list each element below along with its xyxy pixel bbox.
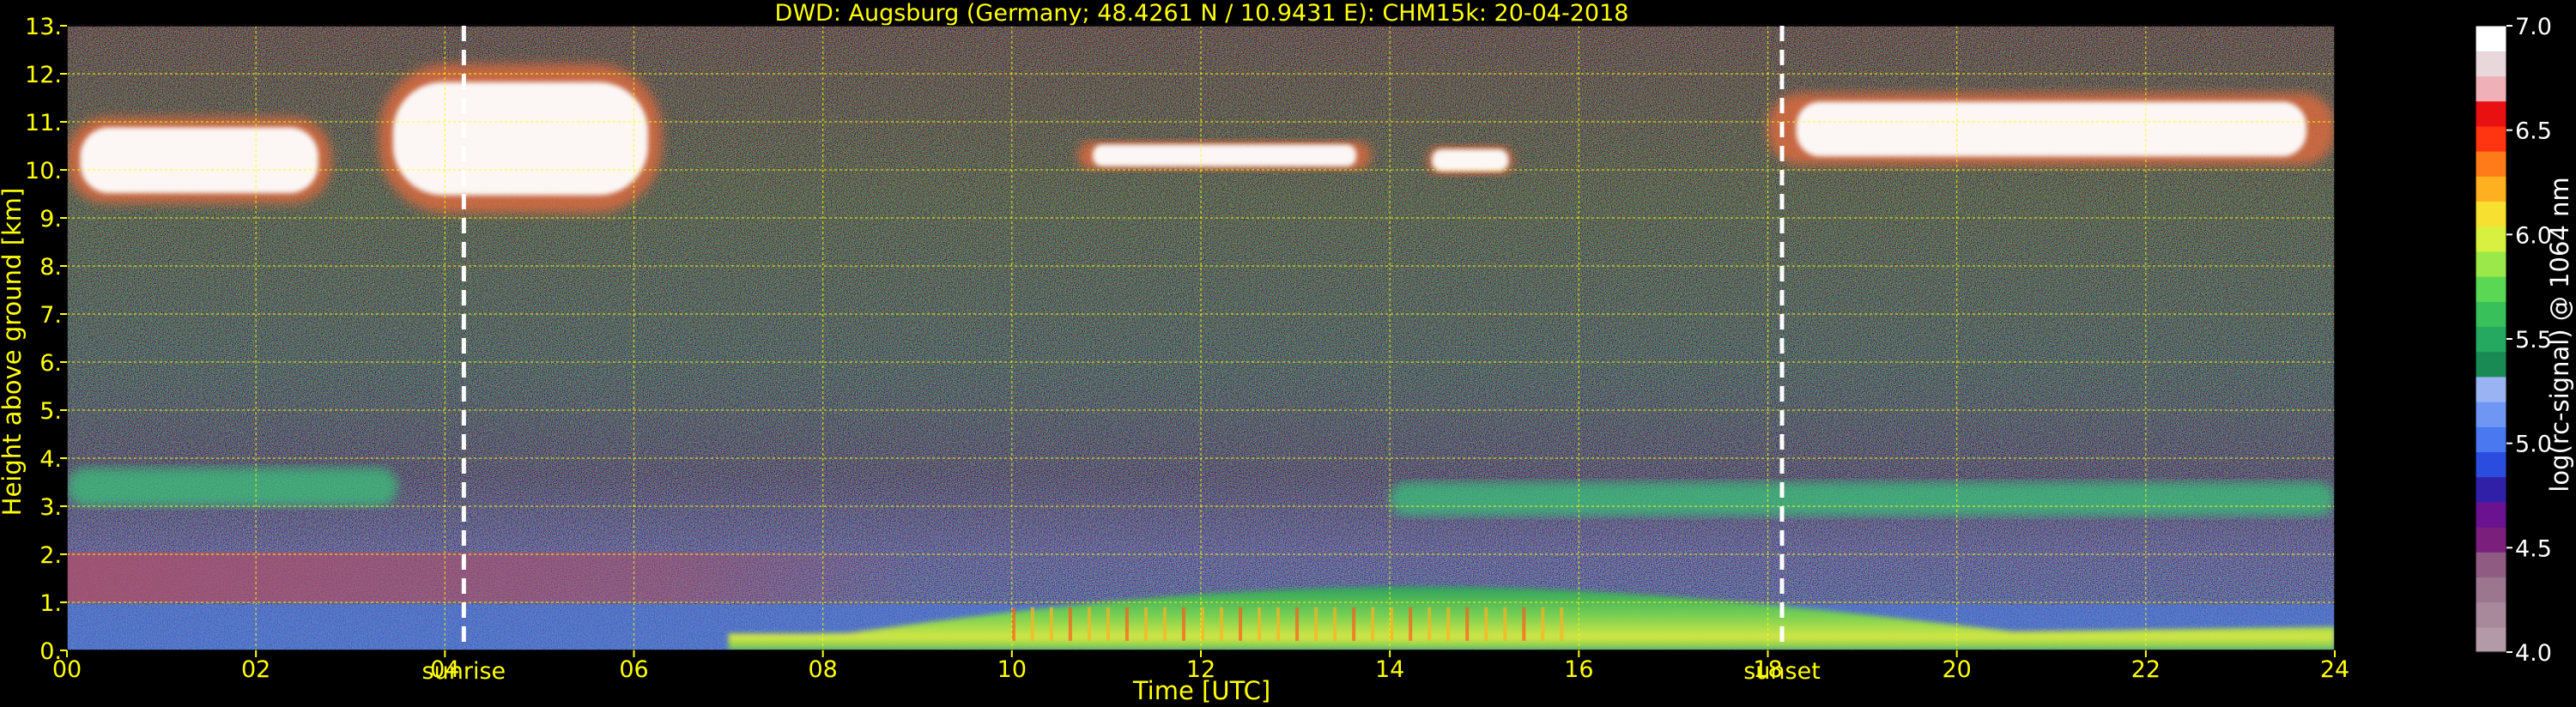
feature-streak	[1522, 607, 1526, 641]
feature-streak	[1314, 607, 1318, 641]
x-tick-label: 04	[430, 656, 459, 683]
x-tick-label: 02	[241, 656, 270, 683]
y-tick-label: 1.	[39, 590, 62, 617]
colorbar-segment	[2476, 251, 2506, 277]
colorbar-segment	[2476, 100, 2506, 127]
feature-streak	[1124, 607, 1129, 641]
y-tick-label: 3.	[39, 494, 62, 521]
feature-streak	[1087, 607, 1091, 641]
colorbar-segment	[2476, 402, 2506, 427]
colorbar-segment	[2476, 276, 2506, 302]
colorbar-segment	[2476, 351, 2506, 378]
feature-aerosol-layer	[1390, 482, 2335, 517]
colorbar-segment	[2476, 201, 2506, 227]
colorbar-segment	[2476, 26, 2506, 51]
y-tick-label: 8.	[39, 254, 62, 281]
colorbar-segment	[2476, 125, 2506, 152]
y-axis: 0. 1. 2. 3. 4. 5. 6. 7. 8. 9. 10. 11. 12. 13.	[25, 14, 67, 665]
feature-cloud	[1432, 149, 1509, 172]
colorbar-tick-label: 4.5	[2515, 535, 2552, 562]
x-axis-label: Time [UTC]	[1132, 676, 1270, 705]
feature-cloud	[1796, 101, 2306, 157]
feature-streak	[1276, 607, 1281, 641]
chart-title: DWD: Augsburg (Germany; 48.4261 N / 10.9…	[775, 0, 1629, 27]
y-tick-label: 0.	[39, 638, 62, 665]
feature-streak	[1049, 607, 1053, 641]
colorbar-tick-label: 7.0	[2515, 14, 2552, 40]
feature-streak	[1220, 607, 1224, 641]
colorbar-segment	[2476, 577, 2506, 603]
x-tick-label: 16	[1564, 656, 1593, 683]
x-tick-label: 18	[1753, 656, 1782, 683]
feature-streak	[1503, 607, 1507, 641]
feature-streak	[1427, 607, 1432, 641]
colorbar-segment	[2476, 176, 2506, 202]
colorbar-segment	[2476, 626, 2506, 653]
x-tick-label: 08	[808, 656, 837, 683]
colorbar-segment	[2476, 376, 2506, 402]
y-tick-label: 9.	[39, 206, 62, 233]
x-tick-label: 20	[1942, 656, 1971, 683]
feature-cloud	[80, 127, 318, 194]
x-tick-label: 06	[619, 656, 648, 683]
colorbar: 4.04.55.05.56.06.57.0	[2475, 14, 2552, 667]
feature-streak	[1068, 607, 1072, 641]
colorbar-segment	[2476, 51, 2506, 76]
colorbar-segment	[2476, 76, 2506, 102]
x-tick-label: 24	[2320, 656, 2349, 683]
colorbar-tick-label: 6.5	[2515, 118, 2552, 145]
x-tick-label: 22	[2131, 656, 2161, 683]
feature-cloud	[1092, 144, 1357, 166]
feature-streak	[1560, 607, 1564, 641]
x-tick-label: 10	[997, 656, 1027, 683]
y-tick-label: 2.	[39, 542, 62, 569]
feature-streak	[1030, 607, 1034, 641]
colorbar-tick-label: 4.0	[2515, 640, 2552, 667]
feature-cloud	[392, 82, 649, 196]
feature-streak	[1484, 607, 1488, 641]
colorbar-segment	[2476, 301, 2506, 327]
colorbar-label: log(rc-signal) @ 1064 nm	[2545, 177, 2574, 492]
y-tick-label: 11.	[25, 110, 62, 136]
y-tick-label: 6.	[39, 350, 62, 377]
feature-streak	[1465, 607, 1470, 641]
colorbar-segment	[2476, 426, 2506, 452]
x-tick-label: 14	[1375, 656, 1404, 683]
feature-streak	[1143, 607, 1148, 641]
night-residual-layer	[67, 552, 918, 602]
feature-aerosol-layer	[67, 468, 398, 506]
colorbar-segment	[2476, 527, 2506, 553]
feature-streak	[1371, 607, 1375, 641]
y-tick-label: 13.	[25, 14, 62, 40]
colorbar-segment	[2476, 451, 2506, 478]
feature-streak	[1162, 607, 1167, 641]
y-axis-label: Height above ground [km]	[0, 188, 27, 517]
colorbar-segment	[2476, 226, 2506, 252]
feature-streak	[1409, 607, 1413, 641]
feature-streak	[1446, 607, 1451, 641]
feature-streak	[1239, 607, 1243, 641]
feature-streak	[1258, 607, 1262, 641]
feature-streak	[1352, 607, 1356, 641]
y-tick-label: 7.	[39, 302, 62, 329]
colorbar-segment	[2476, 501, 2506, 528]
feature-streak	[1541, 607, 1545, 641]
feature-streak	[1181, 607, 1185, 641]
colorbar-segment	[2476, 326, 2506, 353]
colorbar-segment	[2476, 601, 2506, 628]
colorbar-segment	[2476, 476, 2506, 503]
feature-streak	[1106, 607, 1110, 641]
y-tick-label: 4.	[39, 446, 62, 473]
y-tick-label: 5.	[39, 398, 62, 425]
y-tick-label: 10.	[25, 158, 62, 184]
y-tick-label: 12.	[25, 62, 62, 88]
feature-streak	[1333, 607, 1337, 641]
lidar-chart: DWD: Augsburg (Germany; 48.4261 N / 10.9…	[0, 0, 2574, 705]
colorbar-segment	[2476, 151, 2506, 177]
feature-streak	[1295, 607, 1300, 641]
colorbar-segment	[2476, 552, 2506, 577]
